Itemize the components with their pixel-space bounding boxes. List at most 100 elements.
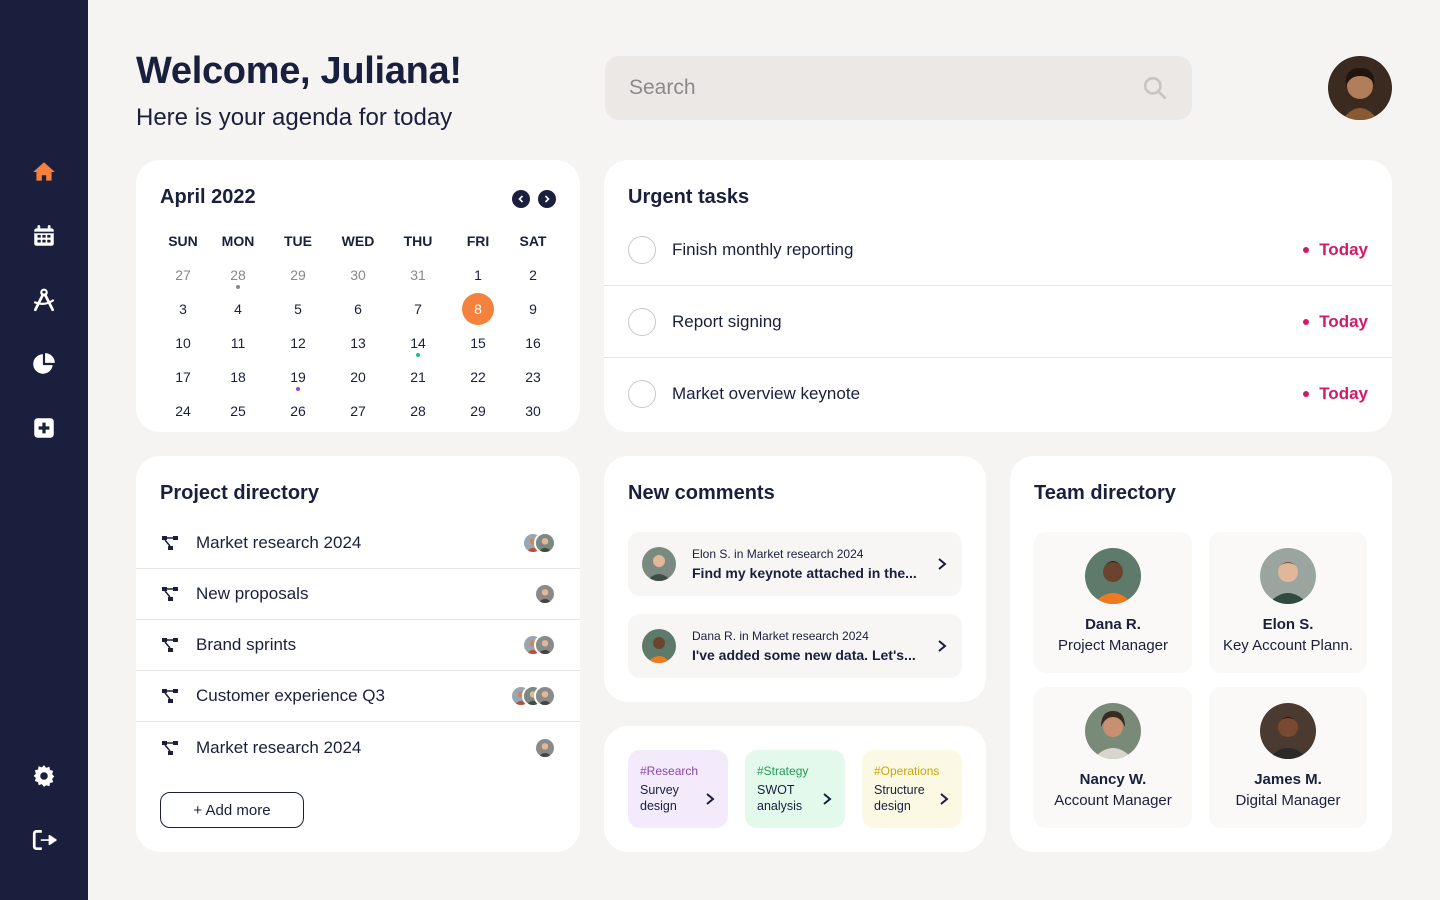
project-row[interactable]: New proposals [136,569,580,620]
chevron-right-icon [823,793,832,805]
calendar-day[interactable]: 14 [390,326,446,360]
calendar-day[interactable]: 12 [270,326,326,360]
calendar-day[interactable]: 21 [390,360,446,394]
weekday-label: MON [221,233,255,249]
project-members [522,532,556,554]
calendar-day[interactable]: 23 [510,360,556,394]
calendar-day[interactable]: 28 [206,258,270,292]
calendar-day[interactable]: 1 [446,258,510,292]
tag-card-research[interactable]: #Research Survey design [628,750,728,828]
search-input[interactable] [629,76,1142,100]
calendar-day[interactable]: 16 [510,326,556,360]
task-due-badge: Today [1303,384,1368,404]
comment-meta: Dana R. in Market research 2024 [692,629,869,643]
avatar [642,547,676,581]
calendar-day[interactable]: 30 [326,258,390,292]
search-icon[interactable] [1142,75,1168,101]
calendar-day[interactable]: 3 [160,292,206,326]
compass-icon[interactable] [30,286,58,314]
pie-chart-icon[interactable] [30,350,58,378]
calendar-day[interactable]: 11 [206,326,270,360]
project-row[interactable]: Brand sprints [136,620,580,671]
team-member-card[interactable]: Nancy W. Account Manager [1034,687,1192,828]
calendar-day-number: 23 [525,369,541,385]
project-row[interactable]: Market research 2024 [136,722,580,773]
home-icon[interactable] [30,158,58,186]
project-label: New proposals [196,584,309,603]
calendar-day-number: 7 [414,301,422,317]
chevron-left-icon [518,195,524,203]
task-checkbox[interactable] [628,380,656,408]
calendar-day[interactable]: 8 [446,292,510,326]
calendar-day-number: 2 [529,267,537,283]
logout-icon[interactable] [30,826,58,854]
next-month-button[interactable] [538,190,556,208]
calendar-day[interactable]: 7 [390,292,446,326]
project-directory-card: Project directory Market research 2024 N… [136,456,580,852]
weekday-label: SAT [519,233,547,249]
project-label: Market research 2024 [196,533,362,552]
plus-square-icon[interactable] [30,414,58,442]
calendar-day[interactable]: 30 [510,394,556,428]
calendar-day[interactable]: 29 [270,258,326,292]
calendar-day[interactable]: 27 [326,394,390,428]
team-member-card[interactable]: James M. Digital Manager [1209,687,1367,828]
avatar [1260,703,1316,759]
team-member-card[interactable]: Elon S. Key Account Plann. [1209,532,1367,673]
task-due-badge: Today [1303,240,1368,260]
user-avatar[interactable] [1328,56,1392,120]
avatar [534,532,556,554]
project-row[interactable]: Customer experience Q3 [136,671,580,722]
calendar-day-number: 19 [290,369,306,385]
calendar-day[interactable]: 13 [326,326,390,360]
task-row: Market overview keynote Today [604,358,1392,430]
calendar-day[interactable]: 2 [510,258,556,292]
comment-text: Find my keynote attached in the... [692,565,917,581]
new-comments-card: New comments Elon S. in Market research … [604,456,986,702]
calendar-day-number: 16 [525,335,541,351]
weekday-label: SUN [168,233,198,249]
calendar-day[interactable]: 31 [390,258,446,292]
calendar-icon[interactable] [30,222,58,250]
calendar-day-number: 9 [529,301,537,317]
calendar-day[interactable]: 5 [270,292,326,326]
team-directory-title: Team directory [1034,482,1176,504]
calendar-day[interactable]: 18 [206,360,270,394]
calendar-day-number: 27 [175,267,191,283]
task-checkbox[interactable] [628,235,656,264]
tag-card-strategy[interactable]: #Strategy SWOT analysis [745,750,845,828]
calendar-day[interactable]: 19 [270,360,326,394]
calendar-day[interactable]: 22 [446,360,510,394]
tag-card-operations[interactable]: #Operations Structure design [862,750,962,828]
calendar-day[interactable]: 15 [446,326,510,360]
comment-item[interactable]: Dana R. in Market research 2024 I've add… [628,614,962,678]
add-more-button[interactable]: + Add more [160,792,304,828]
project-members [534,736,556,759]
calendar-day-number: 1 [474,267,482,283]
page-subtitle: Here is your agenda for today [136,104,453,131]
task-checkbox[interactable] [628,307,656,336]
calendar-day[interactable]: 10 [160,326,206,360]
calendar-day[interactable]: 28 [390,394,446,428]
calendar-day[interactable]: 9 [510,292,556,326]
chevron-right-icon [544,195,550,203]
calendar-day[interactable]: 20 [326,360,390,394]
project-row[interactable]: Market research 2024 [136,518,580,569]
calendar-day[interactable]: 17 [160,360,206,394]
calendar-day-number: 18 [230,369,246,385]
calendar-day-number: 5 [294,301,302,317]
project-label: Customer experience Q3 [196,686,385,705]
member-role: Project Manager [1057,637,1169,654]
task-label: Report signing [672,311,782,331]
comment-item[interactable]: Elon S. in Market research 2024 Find my … [628,532,962,596]
calendar-day[interactable]: 25 [206,394,270,428]
settings-icon[interactable] [30,762,58,790]
calendar-day[interactable]: 27 [160,258,206,292]
team-member-card[interactable]: Dana R. Project Manager [1034,532,1192,673]
calendar-day[interactable]: 29 [446,394,510,428]
calendar-day[interactable]: 26 [270,394,326,428]
calendar-day[interactable]: 6 [326,292,390,326]
prev-month-button[interactable] [512,190,530,208]
calendar-day[interactable]: 24 [160,394,206,428]
calendar-day[interactable]: 4 [206,292,270,326]
